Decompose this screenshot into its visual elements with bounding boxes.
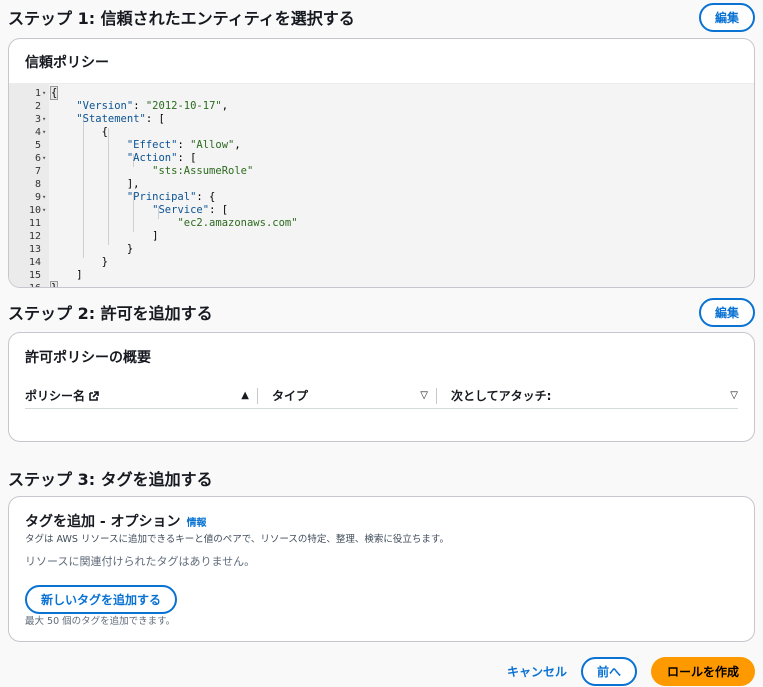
permissions-summary-title: 許可ポリシーの概要 (25, 350, 151, 366)
sort-ascending-icon[interactable]: ▲ (241, 390, 249, 401)
code-principal-key: "Principal" (126, 191, 197, 203)
step1-title: ステップ 1: 信頼されたエンティティを選択する (8, 9, 355, 28)
sort-caret-down-icon[interactable]: ▽ (420, 390, 428, 401)
code-statement-key: "Statement" (76, 113, 146, 125)
cancel-button[interactable]: キャンセル (507, 663, 567, 680)
code-service-key: "Service" (152, 204, 210, 216)
trust-policy-title: 信頼ポリシー (25, 55, 109, 71)
permissions-table-header: ポリシー名 ▲ タイプ ▽ 次としてアタッチ: ▽ (25, 383, 738, 409)
code-version-key: "Version" (76, 100, 134, 112)
column-policy-name[interactable]: ポリシー名 ▲ (25, 383, 257, 408)
footer-actions: キャンセル 前へ ロールを作成 (507, 657, 755, 686)
code-editor[interactable]: 1▾23▾4▾56▾789▾10▾111213141516 { "Version… (9, 83, 754, 287)
code-effect-key: "Effect" (126, 139, 178, 151)
column-type[interactable]: タイプ ▽ (272, 383, 436, 408)
code-close-brace: } (49, 281, 59, 287)
step2-edit-button[interactable]: 編集 (698, 297, 755, 327)
tags-limit-text: 最大 50 個のタグを追加できます。 (25, 616, 176, 627)
tags-description: タグは AWS リソースに追加できるキーと値のペアで、リソースの特定、整理、検索… (25, 534, 449, 545)
step3-header: ステップ 3: タグを追加する (8, 466, 755, 490)
column-policy-name-label: ポリシー名 (25, 389, 86, 403)
add-new-tag-button[interactable]: 新しいタグを追加する (25, 585, 178, 614)
tags-panel-title: タグを追加 - オプション (25, 514, 181, 530)
step2-header: ステップ 2: 許可を追加する 編集 (8, 297, 755, 327)
code-open-brace: { (49, 86, 59, 100)
step1-edit-button[interactable]: 編集 (698, 2, 755, 32)
step3-title: ステップ 3: タグを追加する (8, 470, 213, 489)
create-role-button[interactable]: ロールを作成 (650, 657, 755, 686)
column-attached-as[interactable]: 次としてアタッチ: ▽ (451, 383, 738, 408)
code-effect-value: "Allow" (190, 139, 235, 151)
code-version-value: "2012-10-17" (145, 100, 222, 112)
code-action-key: "Action" (126, 152, 178, 164)
column-attached-as-label: 次としてアタッチ: (451, 389, 552, 403)
code-service-value: "ec2.amazonaws.com" (177, 217, 298, 229)
step1-header: ステップ 1: 信頼されたエンティティを選択する 編集 (8, 2, 755, 32)
column-type-label: タイプ (272, 389, 309, 403)
tags-info-link[interactable]: 情報 (187, 514, 207, 529)
column-divider (436, 387, 437, 404)
tags-panel: タグを追加 - オプション 情報 タグは AWS リソースに追加できるキーと値の… (8, 496, 755, 642)
trust-policy-panel: 信頼ポリシー 1▾23▾4▾56▾789▾10▾111213141516 { "… (8, 38, 755, 288)
sort-caret-down-icon[interactable]: ▽ (730, 390, 738, 401)
column-divider (257, 387, 258, 404)
previous-button[interactable]: 前へ (580, 657, 637, 686)
external-link-icon (89, 390, 99, 401)
step2-title: ステップ 2: 許可を追加する (8, 304, 213, 323)
permissions-summary-panel: 許可ポリシーの概要 ポリシー名 ▲ タイプ ▽ 次としてアタッチ: ▽ (8, 332, 755, 442)
code-action-value: "sts:AssumeRole" (152, 165, 254, 177)
tags-empty-text: リソースに関連付けられたタグはありません。 (25, 555, 256, 568)
